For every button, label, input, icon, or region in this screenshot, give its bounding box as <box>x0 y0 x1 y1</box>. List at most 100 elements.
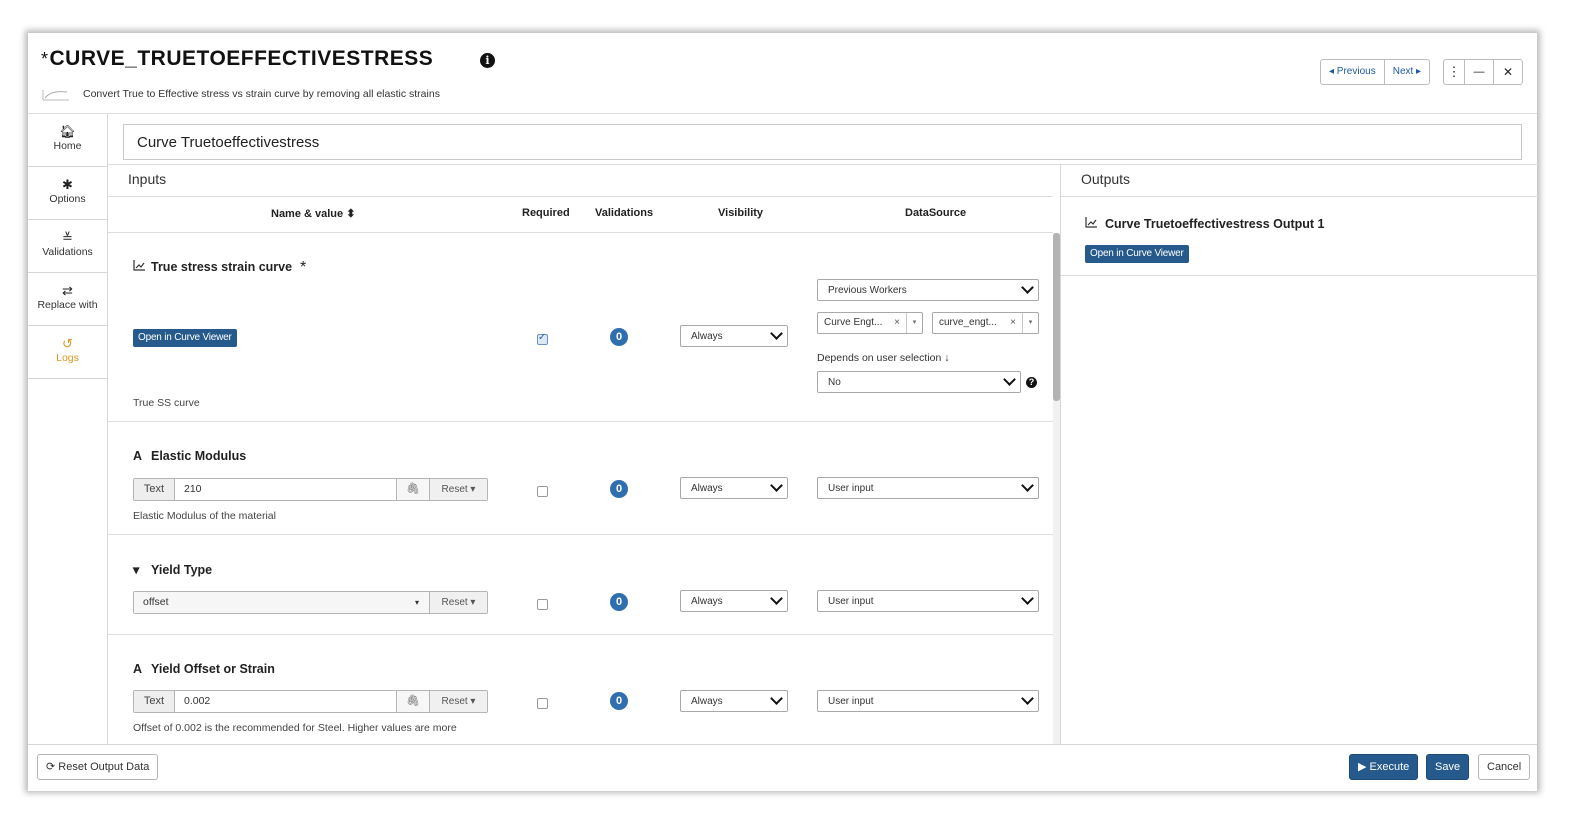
sidebar-item-logs[interactable]: ↺ Logs <box>28 326 107 379</box>
chevron-down-icon <box>1003 373 1016 386</box>
close-icon[interactable]: ✕ <box>1493 60 1522 84</box>
yield-type-input-group: offset ▾ Reset ▾ <box>133 591 488 614</box>
yield-type-select[interactable]: offset ▾ <box>134 592 429 613</box>
validations-count-badge[interactable]: 0 <box>610 593 628 611</box>
output-title: Curve Truetoeffectivestress Output 1 <box>1085 217 1325 231</box>
save-button[interactable]: Save <box>1426 754 1470 780</box>
divider <box>108 196 1053 197</box>
visibility-select[interactable]: Always <box>680 477 788 499</box>
worker-dialog: *CURVE_TRUETOEFFECTIVESTRESS i Convert T… <box>28 33 1538 791</box>
inputs-scrollbar[interactable] <box>1053 233 1060 745</box>
input-title: True stress strain curve * <box>133 258 306 276</box>
reset-button[interactable]: Reset ▾ <box>429 691 487 712</box>
sidebar: 🏠︎ Home ✱ Options ≚ Validations ⇄ Replac… <box>28 114 108 744</box>
source-worker-select[interactable]: Curve Engt... × ▾ <box>817 312 923 334</box>
elastic-modulus-input[interactable]: 210 <box>175 479 396 500</box>
output-open-in-curve-viewer-button[interactable]: Open in Curve Viewer <box>1085 245 1189 263</box>
more-menu-icon[interactable]: ⋮ <box>1444 60 1464 84</box>
chevron-down-icon <box>1021 592 1034 605</box>
help-icon[interactable]: ? <box>1026 377 1037 388</box>
required-star: * <box>300 259 307 276</box>
text-type-icon: A <box>133 662 143 676</box>
column-header-datasource: DataSource <box>905 207 967 219</box>
dialog-footer: ⟳ Reset Output Data ▶ Execute Save Cance… <box>28 744 1537 791</box>
input-row-elastic-modulus: A Elastic Modulus Text 210 🖇 Reset ▾ Elas… <box>108 422 1053 534</box>
source-output-select[interactable]: curve_engt... × ▾ <box>932 312 1039 334</box>
sidebar-item-label: Validations <box>42 246 93 258</box>
visibility-select[interactable]: Always <box>680 590 788 612</box>
chevron-down-icon <box>770 592 783 605</box>
yield-offset-input[interactable]: 0.002 <box>175 691 396 712</box>
chevron-down-icon <box>1021 479 1034 492</box>
sidebar-item-label: Home <box>53 140 82 152</box>
double-check-icon: ≚ <box>62 230 73 245</box>
gear-icon: ✱ <box>62 177 73 192</box>
visibility-select[interactable]: Always <box>680 325 788 347</box>
depends-on-selection-select[interactable]: No <box>817 371 1021 393</box>
column-header-visibility: Visibility <box>718 207 764 219</box>
required-checkbox[interactable] <box>537 486 548 497</box>
required-checkbox[interactable] <box>537 332 548 345</box>
outputs-panel: Outputs Curve Truetoeffectivestress Outp… <box>1060 164 1538 745</box>
yield-offset-input-group: Text 0.002 🖇 Reset ▾ <box>133 690 488 713</box>
chevron-down-icon <box>1021 692 1034 705</box>
sidebar-item-validations[interactable]: ≚ Validations <box>28 220 107 273</box>
previous-button[interactable]: ◂ Previous <box>1321 60 1384 84</box>
sidebar-item-label: Logs <box>56 352 79 364</box>
prev-next-group: ◂ Previous Next ▸ <box>1320 59 1431 85</box>
scrollbar-thumb[interactable] <box>1053 233 1060 401</box>
next-button[interactable]: Next ▸ <box>1383 60 1429 84</box>
minimize-icon[interactable]: — <box>1464 60 1493 84</box>
attachment-icon[interactable]: 🖇 <box>396 479 429 500</box>
caret-down-icon[interactable]: ▾ <box>1022 313 1038 333</box>
input-row-true-stress-strain-curve: True stress strain curve * Open in Curve … <box>108 233 1053 421</box>
sidebar-item-options[interactable]: ✱ Options <box>28 167 107 220</box>
validations-count-badge[interactable]: 0 <box>610 692 628 710</box>
reset-button[interactable]: Reset ▾ <box>429 479 487 500</box>
curve-thumbnail-icon <box>42 90 69 101</box>
reset-output-data-button[interactable]: ⟳ Reset Output Data <box>37 754 159 780</box>
visibility-select[interactable]: Always <box>680 690 788 712</box>
divider <box>1061 196 1538 197</box>
sidebar-item-replace-with[interactable]: ⇄ Replace with <box>28 273 107 326</box>
text-type-addon: Text <box>134 691 175 712</box>
chart-line-icon <box>133 260 151 274</box>
text-type-icon: A <box>133 449 143 463</box>
reset-button[interactable]: Reset ▾ <box>429 592 487 613</box>
execute-button[interactable]: ▶ Execute <box>1349 754 1419 780</box>
worker-description: Convert True to Effective stress vs stra… <box>83 88 440 100</box>
cancel-button[interactable]: Cancel <box>1478 754 1531 780</box>
datasource-select[interactable]: User input <box>817 477 1039 499</box>
validations-count-badge[interactable]: 0 <box>610 480 628 498</box>
required-checkbox[interactable] <box>537 599 548 610</box>
worker-name-input[interactable]: Curve Truetoeffectivestress <box>123 124 1522 160</box>
attachment-icon[interactable]: 🖇 <box>396 691 429 712</box>
input-row-yield-type: ▾ Yield Type offset ▾ Reset ▾ 0 Always Use… <box>108 535 1053 634</box>
validations-count-badge[interactable]: 0 <box>610 328 628 346</box>
datasource-select[interactable]: User input <box>817 590 1039 612</box>
sidebar-item-home[interactable]: 🏠︎ Home <box>28 114 107 167</box>
history-icon: ↺ <box>62 336 73 351</box>
input-row-yield-offset-or-strain: A Yield Offset or Strain Text 0.002 🖇 Res… <box>108 635 1053 745</box>
window-controls: ⋮ — ✕ <box>1443 59 1523 85</box>
input-description: Offset of 0.002 is the recommended for S… <box>133 722 457 734</box>
caret-down-icon: ▾ <box>133 563 140 577</box>
depends-on-selection-label: Depends on user selection ↓ <box>817 352 950 364</box>
chevron-down-icon <box>770 479 783 492</box>
input-description: Elastic Modulus of the material <box>133 510 276 522</box>
remove-icon[interactable]: × <box>894 313 900 333</box>
caret-down-icon[interactable]: ▾ <box>906 313 922 333</box>
datasource-select[interactable]: User input <box>817 690 1039 712</box>
remove-icon[interactable]: × <box>1010 313 1016 333</box>
caret-down-icon: ▾ <box>414 598 419 607</box>
open-in-curve-viewer-button[interactable]: Open in Curve Viewer <box>133 329 237 347</box>
text-type-addon: Text <box>134 479 175 500</box>
datasource-select[interactable]: Previous Workers <box>817 279 1039 301</box>
header-divider <box>28 113 1537 114</box>
home-icon: 🏠︎ <box>59 124 76 139</box>
info-icon[interactable]: i <box>480 53 495 68</box>
outputs-title: Outputs <box>1081 171 1131 187</box>
column-header-name[interactable]: Name & value ⬍ <box>271 207 355 220</box>
required-checkbox[interactable] <box>537 698 548 709</box>
chevron-down-icon <box>1021 281 1034 294</box>
